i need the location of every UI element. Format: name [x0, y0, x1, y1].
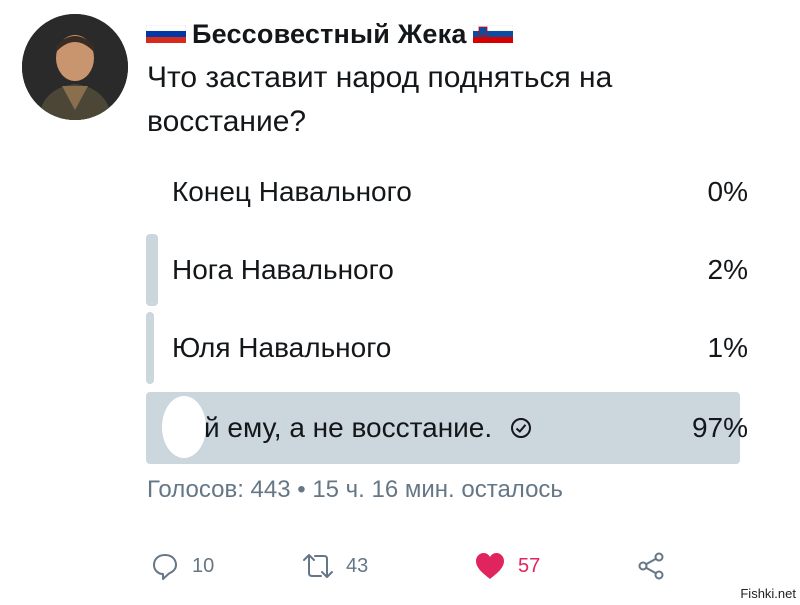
tweet-text: Что заставит народ подняться на восстани… [147, 61, 613, 138]
author-row: Бессовестный Жека [146, 16, 513, 52]
person-photo-icon [22, 14, 128, 120]
heart-icon [476, 553, 504, 579]
poll-bar [146, 312, 154, 384]
share-button[interactable] [636, 550, 666, 582]
reply-count: 10 [192, 554, 215, 577]
poll-option-label: Конец Навального [172, 176, 412, 207]
poll-option-percent: 97% [691, 412, 748, 443]
retweet-icon [303, 554, 333, 578]
author-name[interactable]: Бессовестный Жека [192, 19, 467, 50]
reply-icon [153, 554, 177, 580]
check-circle-icon [511, 418, 532, 438]
poll-option-label: Юля Навального [172, 332, 392, 363]
poll-option-4: й ему, а не восстание. 97% [146, 392, 758, 464]
poll-option-label-wrap: й ему, а не восстание. [204, 392, 532, 464]
avatar[interactable] [22, 14, 128, 120]
poll-option-percent: 2% [707, 254, 748, 285]
retweet-count: 43 [346, 554, 369, 577]
poll-bar [146, 234, 158, 306]
russia-flag-icon [146, 25, 186, 43]
poll-option-percent: 0% [707, 176, 748, 207]
share-icon [638, 552, 664, 580]
like-count: 57 [518, 554, 541, 577]
censor-blob [162, 396, 206, 458]
poll-option-3: Юля Навального 1% [146, 312, 758, 384]
like-button[interactable]: 57 [474, 550, 540, 582]
poll-option-label: Нога Навального [172, 254, 394, 285]
poll-option-percent: 1% [707, 332, 748, 363]
reply-button[interactable]: 10 [150, 550, 214, 582]
poll-option-2: Нога Навального 2% [146, 234, 758, 306]
slovenia-flag-icon [472, 25, 513, 43]
tweet-actions: 10 43 57 [150, 550, 670, 582]
watermark: Fishki.net [740, 586, 796, 601]
poll-meta: Голосов: 443 • 15 ч. 16 мин. осталось [147, 476, 563, 503]
poll-option-1: Конец Навального 0% [146, 156, 758, 228]
poll-option-label: й ему, а не восстание. [204, 412, 493, 443]
retweet-button[interactable]: 43 [302, 550, 368, 582]
